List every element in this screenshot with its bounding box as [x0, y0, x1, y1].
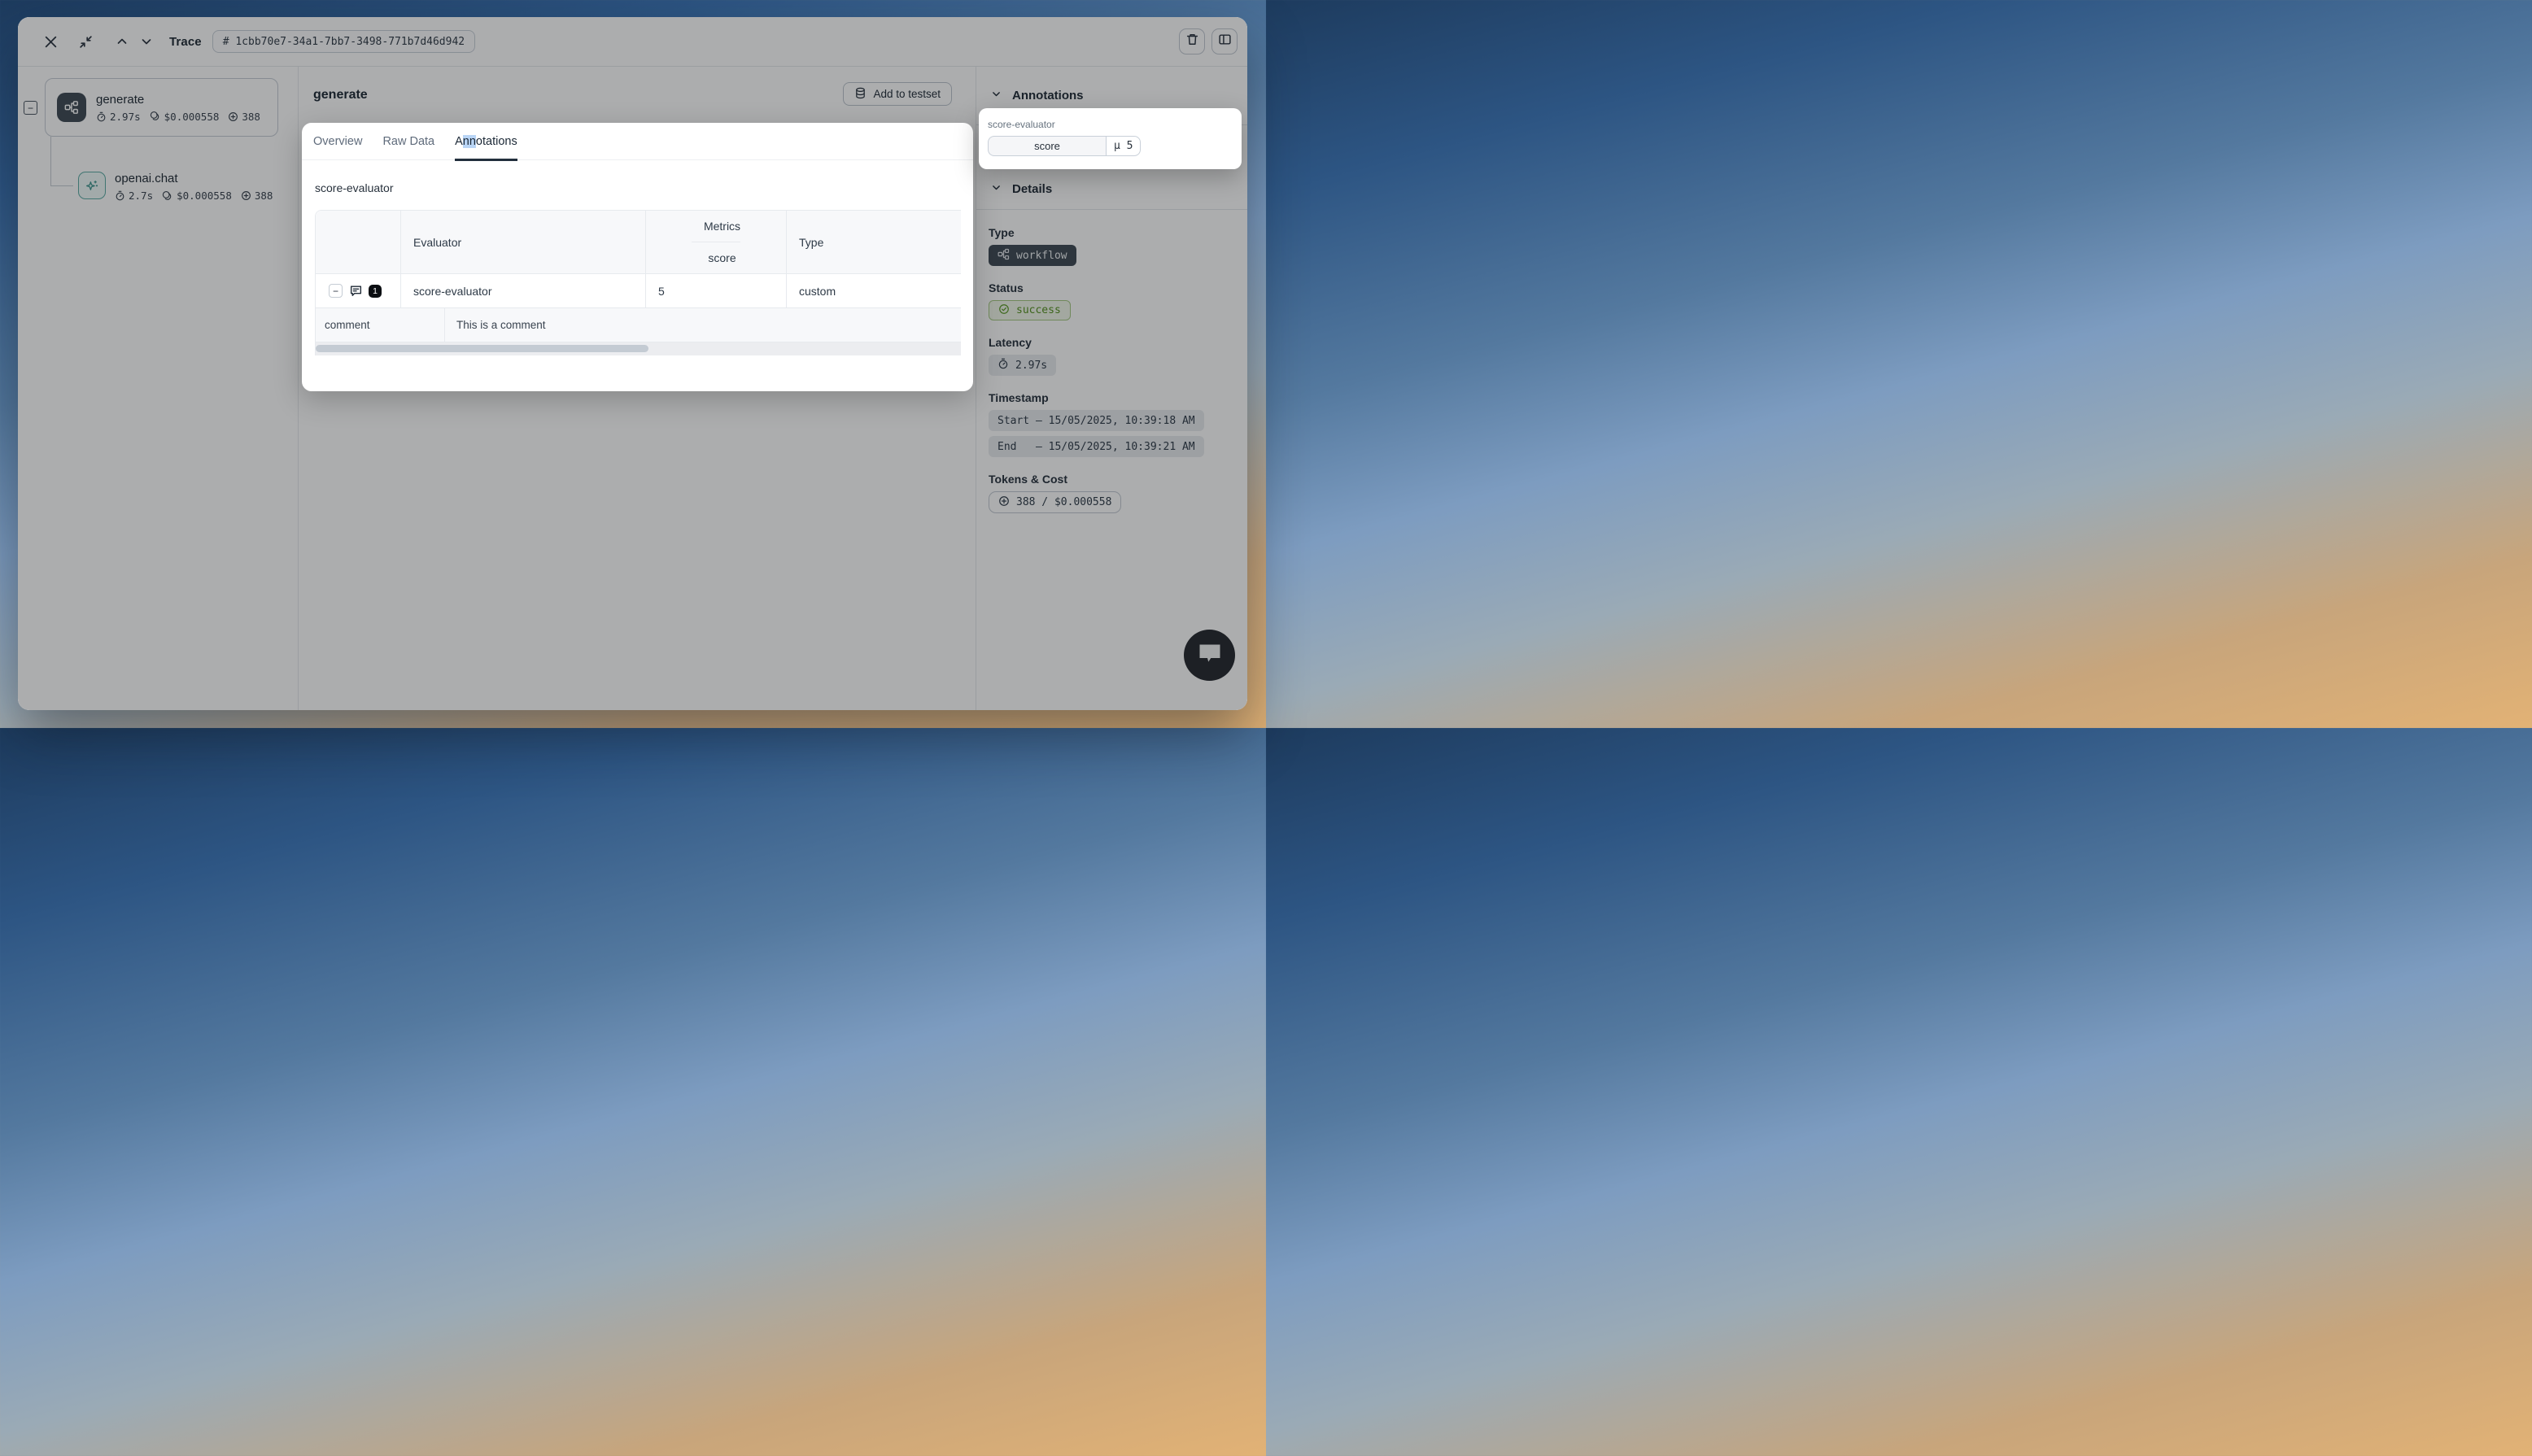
text-selection-highlight: nn — [463, 135, 476, 148]
cell-score: 5 — [646, 274, 787, 307]
comment-value-cell: This is a comment — [445, 308, 962, 342]
comment-key-cell: comment — [316, 308, 445, 342]
table-header-row: Evaluator Metrics score Type — [316, 211, 961, 274]
comment-count-badge: 1 — [369, 285, 382, 298]
active-tab-underline — [455, 159, 517, 161]
span-detail-card: Overview Raw Data Annotations score-eval… — [302, 123, 973, 391]
cell-evaluator: score-evaluator — [401, 274, 646, 307]
table-row[interactable]: − 1 score-evaluator 5 custom — [316, 274, 961, 308]
tab-overview[interactable]: Overview — [313, 123, 362, 160]
tab-bar: Overview Raw Data Annotations — [302, 123, 973, 160]
header-cell-type: Type — [787, 211, 962, 273]
cell-type: custom — [787, 274, 962, 307]
comment-bubble-icon[interactable] — [348, 284, 363, 299]
header-cell-metrics: Metrics score — [646, 211, 787, 273]
scrollbar-thumb[interactable] — [316, 345, 648, 352]
metric-name[interactable]: score — [988, 136, 1106, 156]
annotations-popover: score-evaluator score μ 5 — [979, 108, 1242, 169]
header-cell-controls — [316, 211, 401, 273]
comment-row: comment This is a comment — [316, 308, 961, 342]
metric-mean-value: μ 5 — [1106, 136, 1141, 156]
header-subcell-score: score — [696, 242, 736, 273]
trace-modal: Trace # 1cbb70e7-34a1-7bb7-3498-771b7d46… — [18, 17, 1247, 710]
evaluator-table: Evaluator Metrics score Type − 1 score-e… — [315, 210, 961, 355]
collapse-row-toggle[interactable]: − — [329, 284, 343, 298]
header-cell-evaluator: Evaluator — [401, 211, 646, 273]
evaluator-section-label: score-evaluator — [315, 181, 960, 194]
row-controls-cell: − 1 — [316, 274, 401, 307]
tab-annotations[interactable]: Annotations — [455, 123, 517, 160]
metric-pill[interactable]: score μ 5 — [988, 136, 1141, 156]
tab-raw-data[interactable]: Raw Data — [382, 123, 434, 160]
popover-evaluator-label: score-evaluator — [988, 119, 1233, 130]
horizontal-scrollbar — [316, 342, 961, 355]
